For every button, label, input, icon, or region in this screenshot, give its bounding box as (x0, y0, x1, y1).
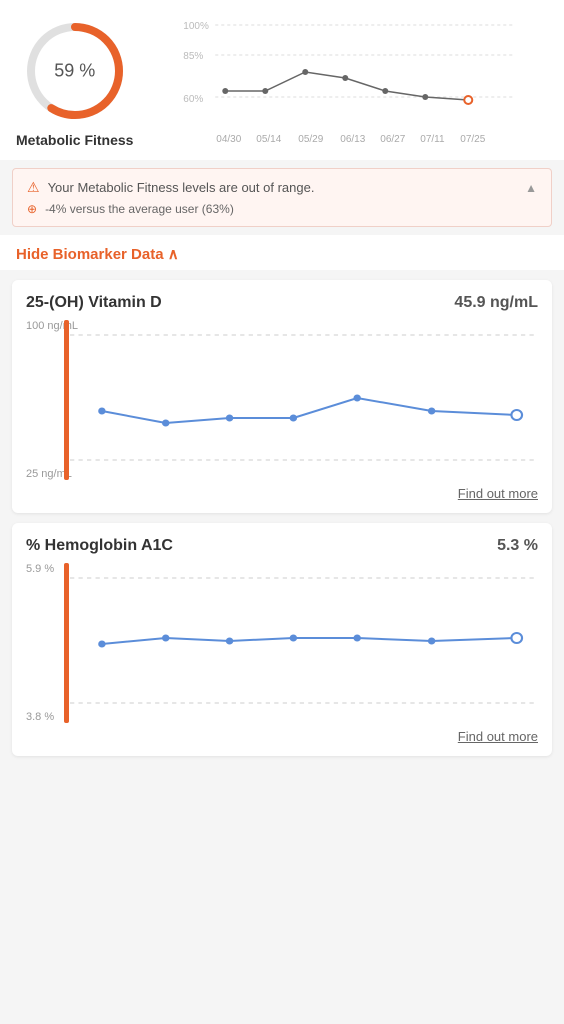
metabolic-score-area: 59 % Metabolic Fitness (16, 16, 133, 148)
warning-icon: ⚠ (27, 179, 40, 196)
svg-text:07/11: 07/11 (421, 134, 446, 145)
svg-text:06/27: 06/27 (381, 134, 406, 145)
biomarker-card-vitaminD: 25-(OH) Vitamin D 45.9 ng/mL 100 ng/mL 2… (12, 280, 552, 513)
find-out-more-link-2[interactable]: Find out more (458, 729, 538, 744)
biomarker-name-2: % Hemoglobin A1C (26, 537, 173, 555)
svg-text:100%: 100% (184, 21, 210, 32)
top-section: 59 % Metabolic Fitness 100% 85% 60% 04/3… (0, 0, 564, 160)
alert-box: ⚠ Your Metabolic Fitness levels are out … (12, 168, 552, 227)
biomarker-value-1: 45.9 ng/mL (454, 294, 538, 312)
collapse-icon[interactable]: ▲ (525, 181, 537, 195)
find-out-more-1[interactable]: Find out more (26, 480, 538, 503)
svg-text:05/14: 05/14 (257, 134, 282, 145)
biomarker-value-2: 5.3 % (497, 537, 538, 555)
y-top-label-2: 5.9 % (26, 563, 54, 575)
svg-text:85%: 85% (184, 51, 204, 62)
svg-text:07/25: 07/25 (461, 134, 486, 145)
svg-text:06/13: 06/13 (341, 134, 366, 145)
alert-sub-text: -4% versus the average user (63%) (45, 202, 234, 216)
alert-main-text: Your Metabolic Fitness levels are out of… (48, 180, 518, 195)
svg-text:05/29: 05/29 (299, 134, 324, 145)
hba1c-chart: 5.9 % 3.8 % (26, 563, 538, 723)
find-out-more-link-1[interactable]: Find out more (458, 486, 538, 501)
metabolic-title: Metabolic Fitness (16, 132, 133, 148)
range-bar-2 (64, 563, 69, 723)
svg-text:60%: 60% (184, 94, 204, 105)
vitaminD-chart: 100 ng/mL 25 ng/mL (26, 320, 538, 480)
circle-gauge: 59 % (20, 16, 130, 126)
biomarker-name-1: 25-(OH) Vitamin D (26, 294, 162, 312)
y-bottom-label-2: 3.8 % (26, 711, 54, 723)
percentage-label: 59 % (54, 61, 95, 82)
sub-icon: ⊕ (27, 202, 37, 216)
svg-text:04/30: 04/30 (217, 134, 242, 145)
trend-chart: 100% 85% 60% 04/30 05/14 05/29 06/13 06/… (149, 17, 548, 147)
range-bar-1 (64, 320, 69, 480)
biomarker-card-hba1c: % Hemoglobin A1C 5.3 % 5.9 % 3.8 % Find … (12, 523, 552, 756)
find-out-more-2[interactable]: Find out more (26, 723, 538, 746)
hide-biomarker-section[interactable]: Hide Biomarker Data ∧ (0, 235, 564, 270)
hide-biomarker-label[interactable]: Hide Biomarker Data ∧ (16, 246, 179, 263)
